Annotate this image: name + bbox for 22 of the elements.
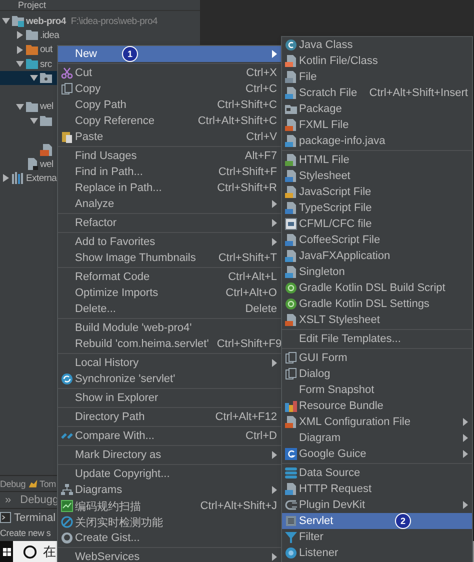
shortcut-text: Ctrl+Alt+L xyxy=(228,271,277,283)
path-text: F:\idea-pros\web-pro4 xyxy=(70,16,158,27)
shortcut-text: Ctrl+D xyxy=(246,430,277,442)
shortcut-text: Ctrl+Shift+R xyxy=(217,182,277,194)
shortcut-text: Ctrl+Shift+F xyxy=(218,166,277,178)
shortcut-text: Alt+F7 xyxy=(244,150,277,162)
shortcut-text: Ctrl+Alt+F12 xyxy=(215,411,277,423)
shortcut-text: Ctrl+Shift+T xyxy=(218,252,277,264)
shortcut-text: Ctrl+Alt+O xyxy=(226,287,277,299)
shortcut-text: Ctrl+X xyxy=(246,67,277,79)
panel-title: Project xyxy=(18,0,46,10)
step-badge: 1 xyxy=(122,46,138,62)
shortcut-text: Delete xyxy=(245,303,277,315)
shortcut-text: Ctrl+Alt+Shift+J xyxy=(200,500,277,512)
step-badge: 2 xyxy=(395,513,411,529)
shortcut-text: Ctrl+Shift+C xyxy=(217,99,277,111)
shortcut-text: Ctrl+Shift+F9 xyxy=(216,338,282,350)
shortcut-text: Ctrl+Alt+Shift+Insert xyxy=(369,87,468,99)
shortcut-text: Ctrl+V xyxy=(246,131,277,143)
shortcut-text: Ctrl+Alt+Shift+C xyxy=(198,115,277,127)
shortcut-text: Ctrl+C xyxy=(246,83,277,95)
status-text: Create new s xyxy=(0,527,51,540)
